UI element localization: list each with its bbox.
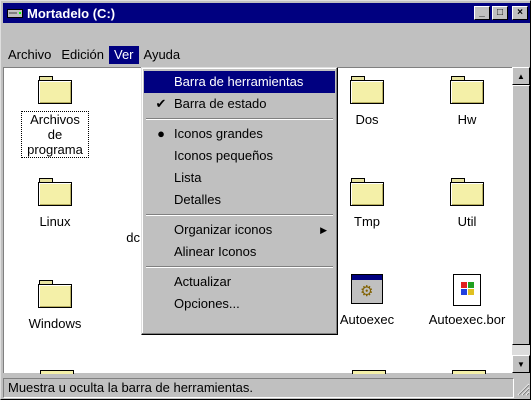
icon-autoexec-bor[interactable]: Autoexec.bor <box>422 274 512 327</box>
menu-archivo[interactable]: Archivo <box>3 46 56 64</box>
ver-menu-dropdown: Barra de herramientas ✔ Barra de estado … <box>141 67 338 335</box>
menu-item-label: Lista <box>174 170 202 185</box>
menu-separator <box>144 211 335 219</box>
menu-item-label: Iconos pequeños <box>174 148 274 163</box>
icon-windows[interactable]: Windows <box>10 280 100 331</box>
scroll-up-button[interactable]: ▲ <box>512 67 530 85</box>
maximize-button[interactable]: □ <box>492 6 508 20</box>
close-button[interactable]: × <box>512 6 528 20</box>
next-row-partial <box>4 366 513 374</box>
arrow-up-icon: ▲ <box>517 71 525 81</box>
minimize-icon: _ <box>479 7 485 18</box>
folder-icon <box>38 178 72 206</box>
menu-bar: Archivo Edición Ver Ayuda <box>3 45 530 65</box>
icon-label: Autoexec.bor <box>428 312 506 327</box>
menu-item-label: Opciones... <box>174 296 240 311</box>
arrow-down-icon: ▼ <box>517 359 525 369</box>
menu-item-label: Actualizar <box>174 274 232 289</box>
minimize-button[interactable]: _ <box>474 6 490 20</box>
menu-item-label: Barra de herramientas <box>174 74 304 89</box>
folder-icon <box>450 76 484 104</box>
resize-grip-icon[interactable] <box>514 380 530 396</box>
menu-item-label: Detalles <box>174 192 221 207</box>
menu-item-label: Iconos grandes <box>174 126 263 141</box>
menu-separator <box>144 115 335 123</box>
folder-icon <box>350 76 384 104</box>
folder-icon <box>38 76 72 104</box>
vertical-scrollbar[interactable]: ▲ ▼ <box>512 67 530 373</box>
checkmark-icon: ✔ <box>155 96 167 111</box>
icon-util[interactable]: Util <box>422 178 512 229</box>
maximize-icon: □ <box>496 7 504 18</box>
icon-label: Util <box>457 214 477 229</box>
menu-item-alinear-iconos[interactable]: Alinear Iconos <box>144 241 335 263</box>
status-text: Muestra u oculta la barra de herramienta… <box>3 378 514 398</box>
icon-linux[interactable]: Linux <box>10 178 100 229</box>
drive-icon <box>7 9 23 18</box>
menu-edicion[interactable]: Edición <box>56 46 109 64</box>
window-title: Mortadelo (C:) <box>27 5 116 21</box>
menu-item-opciones[interactable]: Opciones... <box>144 293 335 315</box>
menu-item-barra-herramientas[interactable]: Barra de herramientas <box>144 71 335 93</box>
menu-item-iconos-grandes[interactable]: ● Iconos grandes <box>144 123 335 145</box>
menu-item-label: Alinear Iconos <box>174 244 257 259</box>
explorer-window: Mortadelo (C:) _ □ × Archivo Edición Ver… <box>0 0 531 400</box>
menu-item-barra-estado[interactable]: ✔ Barra de estado <box>144 93 335 115</box>
menu-ayuda[interactable]: Ayuda <box>139 46 186 64</box>
menu-item-iconos-pequenos[interactable]: Iconos pequeños <box>144 145 335 167</box>
radio-bullet-icon: ● <box>157 126 165 141</box>
menu-item-label: Organizar iconos <box>174 222 273 237</box>
title-bar[interactable]: Mortadelo (C:) _ □ × <box>3 3 530 23</box>
scroll-thumb[interactable] <box>512 85 530 345</box>
icon-label: Hw <box>457 112 477 127</box>
batch-file-icon: ⚙ <box>351 274 383 304</box>
close-icon: × <box>517 7 523 18</box>
submenu-arrow-icon: ▶ <box>320 225 327 235</box>
scroll-down-button[interactable]: ▼ <box>512 355 530 373</box>
icon-hw[interactable]: Hw <box>422 76 512 127</box>
icon-label: Windows <box>28 316 82 331</box>
folder-icon <box>450 178 484 206</box>
icon-label: Linux <box>39 214 71 229</box>
menu-item-lista[interactable]: Lista <box>144 167 335 189</box>
folder-icon <box>350 178 384 206</box>
folder-icon <box>38 280 72 308</box>
icon-archivos-de-programa[interactable]: Archivos de programa <box>10 76 100 158</box>
icon-label: dc <box>126 230 140 245</box>
icon-label: Archivos de programa <box>21 111 89 158</box>
document-icon <box>453 274 481 306</box>
menu-item-actualizar[interactable]: Actualizar <box>144 271 335 293</box>
icon-dc-partial[interactable]: dc <box>84 230 144 245</box>
menu-separator <box>144 263 335 271</box>
menu-ver[interactable]: Ver <box>109 46 139 64</box>
status-bar: Muestra u oculta la barra de herramienta… <box>3 377 530 399</box>
menu-item-label: Barra de estado <box>174 96 267 111</box>
menu-item-organizar-iconos[interactable]: Organizar iconos ▶ <box>144 219 335 241</box>
menu-item-detalles[interactable]: Detalles <box>144 189 335 211</box>
